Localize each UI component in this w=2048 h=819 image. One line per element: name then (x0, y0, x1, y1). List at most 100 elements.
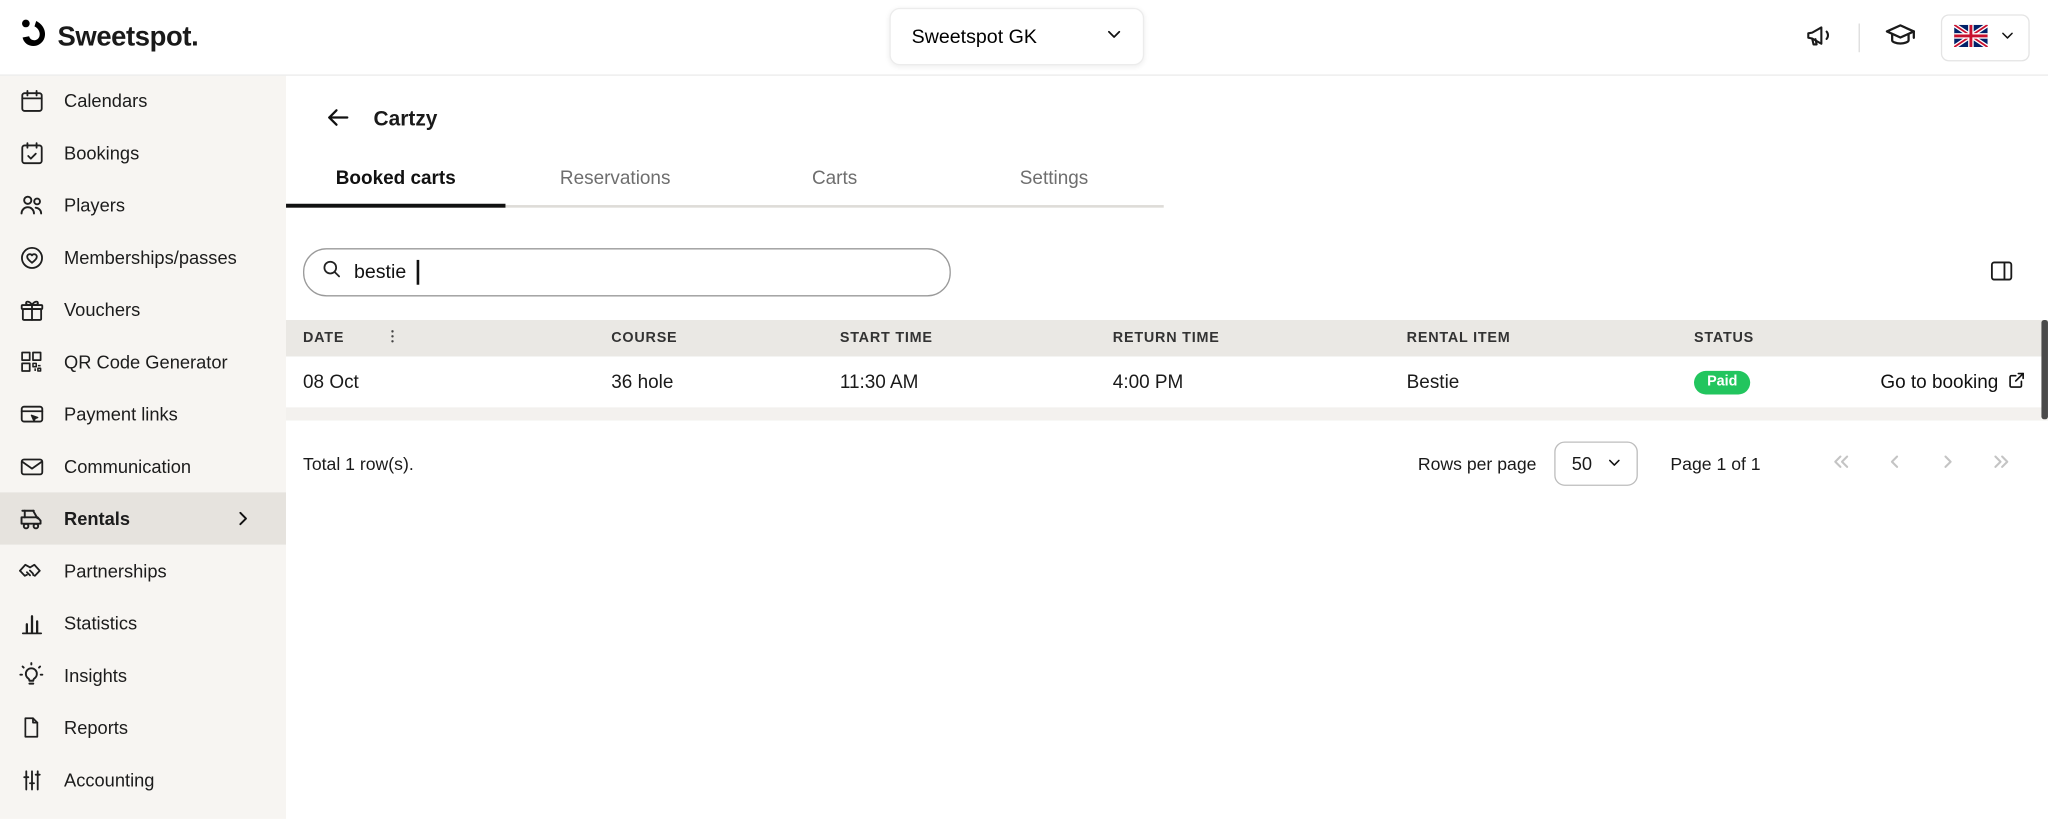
main-content: Cartzy Booked carts Reservations Carts S… (286, 74, 2048, 818)
table-header-start-time: START TIME (840, 330, 1113, 346)
page-title: Cartzy (374, 108, 438, 132)
table-scrollbar[interactable] (2041, 320, 2048, 419)
tab-reservations[interactable]: Reservations (505, 157, 724, 208)
table-header-course: COURSE (611, 330, 840, 346)
sidebar-item-label: Bookings (64, 142, 139, 163)
sidebar-item-label: Players (64, 195, 125, 216)
sidebar-item-label: Rentals (64, 508, 130, 529)
sidebar-item-label: Reports (64, 717, 128, 738)
sidebar-item-payment-links[interactable]: Payment links (0, 388, 286, 440)
sidebar-item-label: QR Code Generator (64, 351, 228, 372)
page-header: Cartzy (286, 74, 2048, 148)
first-page-button[interactable] (1826, 447, 1856, 481)
bar-chart-icon (17, 609, 46, 636)
tab-booked-carts[interactable]: Booked carts (286, 157, 505, 208)
search-input[interactable]: bestie (303, 248, 951, 296)
membership-badge-icon (17, 244, 46, 271)
go-to-booking-label: Go to booking (1880, 372, 1998, 393)
chevron-right-icon (229, 508, 258, 529)
topbar-divider (1859, 23, 1860, 52)
golf-cart-icon (17, 504, 46, 533)
handshake-icon (17, 556, 46, 585)
cell-course: 36 hole (611, 372, 840, 393)
sidebar-item-insights[interactable]: Insights (0, 649, 286, 701)
sidebar-item-memberships[interactable]: Memberships/passes (0, 231, 286, 283)
payment-link-icon (17, 400, 46, 427)
table-header-status: STATUS (1694, 330, 1861, 346)
uk-flag-icon (1954, 24, 1988, 50)
qr-code-icon (17, 349, 46, 375)
tab-carts[interactable]: Carts (725, 157, 944, 208)
sidebar-item-players[interactable]: Players (0, 179, 286, 231)
table-header-date: DATE (303, 328, 611, 349)
sidebar-item-partnerships[interactable]: Partnerships (0, 545, 286, 597)
topbar: Sweetspot. Sweetspot GK (0, 0, 2048, 76)
sidebar-item-label: Calendars (64, 90, 147, 111)
sidebar-item-label: Payment links (64, 404, 178, 425)
external-link-icon (2006, 369, 2027, 395)
announcements-button[interactable] (1798, 14, 1840, 60)
next-page-button[interactable] (1933, 447, 1963, 481)
sidebar-item-label: Communication (64, 456, 191, 477)
chevron-left-icon (1882, 449, 1907, 478)
calendar-check-icon (17, 139, 46, 166)
app-window: Sweetspot. Sweetspot GK (0, 0, 2048, 819)
toolbar: bestie (286, 248, 2048, 296)
chevrons-right-icon (1989, 449, 2014, 478)
sidebar-item-bookings[interactable]: Bookings (0, 127, 286, 179)
sidebar-item-label: Vouchers (64, 299, 140, 320)
table-header-row: DATE COURSE START TIME RETURN TIME RENTA… (286, 320, 2048, 357)
back-button[interactable] (321, 101, 355, 139)
table-row[interactable]: 08 Oct 36 hole 11:30 AM 4:00 PM Bestie P… (286, 357, 2048, 409)
search-value: bestie (354, 261, 406, 283)
sidebar-item-accounting[interactable]: Accounting (0, 754, 286, 806)
table-header-rental-item: RENTAL ITEM (1407, 330, 1694, 346)
sidebar-item-label: Statistics (64, 613, 137, 634)
sidebar-item-label: Insights (64, 665, 127, 686)
language-select[interactable] (1941, 14, 2030, 61)
chevron-down-icon (1998, 26, 2016, 48)
lightbulb-icon (17, 661, 46, 690)
sidebar-item-statistics[interactable]: Statistics (0, 597, 286, 649)
sidebar: Calendars Bookings Players Memberships/p… (0, 74, 286, 818)
table-footer: Total 1 row(s). Rows per page 50 Page 1 … (286, 441, 2048, 485)
last-page-button[interactable] (1987, 447, 2017, 481)
tab-settings[interactable]: Settings (944, 157, 1163, 208)
column-menu-button[interactable] (378, 328, 405, 349)
sidebar-item-qr-code-generator[interactable]: QR Code Generator (0, 336, 286, 388)
cell-status: Paid (1694, 370, 1861, 394)
chevrons-left-icon (1829, 449, 1854, 478)
search-icon (320, 257, 344, 287)
sidebar-item-reports[interactable]: Reports (0, 701, 286, 753)
total-rows-text: Total 1 row(s). (303, 454, 414, 474)
table-bottom-strip (286, 409, 2048, 421)
sidebar-item-label: Partnerships (64, 560, 167, 581)
brand-name: Sweetspot. (57, 22, 198, 53)
sidebar-item-label: Memberships/passes (64, 247, 237, 268)
organization-select[interactable]: Sweetspot GK (889, 8, 1144, 65)
view-columns-button[interactable] (1985, 254, 2018, 291)
sidebar-item-vouchers[interactable]: Vouchers (0, 283, 286, 335)
pagination-controls: Rows per page 50 Page 1 of 1 (1418, 441, 2017, 485)
arrow-left-icon (324, 103, 353, 136)
sidebar-item-rentals[interactable]: Rentals (0, 492, 286, 544)
sidebar-item-communication[interactable]: Communication (0, 440, 286, 492)
rows-per-page-select[interactable]: 50 (1555, 441, 1638, 485)
rows-per-page-value: 50 (1572, 453, 1592, 474)
go-to-booking-link[interactable]: Go to booking (1880, 369, 2048, 395)
tab-bar: Booked carts Reservations Carts Settings (286, 157, 1164, 208)
megaphone-icon (1804, 20, 1835, 55)
academy-button[interactable] (1878, 13, 1922, 61)
graduation-cap-icon (1883, 18, 1917, 56)
sidebar-item-calendars[interactable]: Calendars (0, 74, 286, 126)
document-icon (17, 714, 46, 740)
chevron-down-icon (1104, 24, 1125, 50)
page-info-text: Page 1 of 1 (1670, 454, 1760, 474)
users-icon (17, 191, 46, 220)
status-badge: Paid (1694, 371, 1750, 395)
columns-icon (1988, 257, 2015, 288)
chevron-right-icon (1936, 449, 1961, 478)
previous-page-button[interactable] (1879, 447, 1909, 481)
brand-logo[interactable]: Sweetspot. (16, 17, 199, 57)
cell-start-time: 11:30 AM (840, 372, 1113, 393)
